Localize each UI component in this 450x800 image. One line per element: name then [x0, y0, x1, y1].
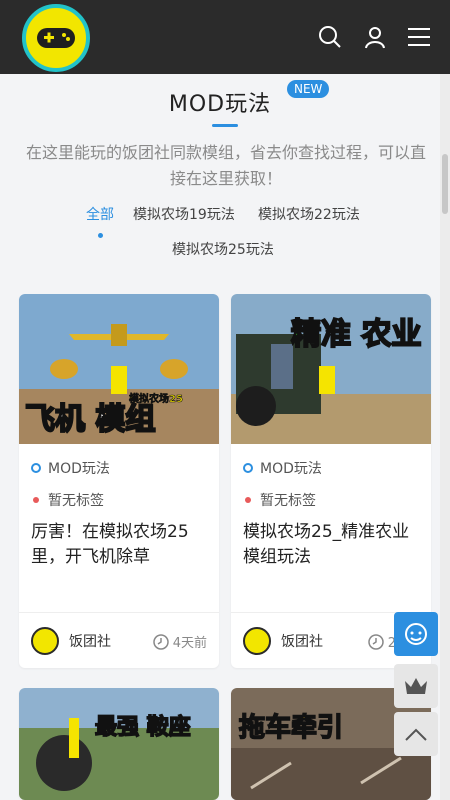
- section-description: 在这里能玩的饭团社同款模组，省去你查找过程，可以直接在这里获取！: [25, 143, 426, 188]
- top-bar: [0, 0, 450, 74]
- post-title[interactable]: 模拟农场25_精准农业模组玩法: [243, 520, 421, 570]
- gamepad-icon[interactable]: [22, 4, 90, 72]
- tag-label: 暂无标签: [48, 493, 104, 509]
- time-label: 4天前: [172, 636, 207, 651]
- post-tag: 暂无标签: [31, 490, 104, 510]
- user-icon[interactable]: [360, 22, 390, 52]
- page-title: MOD玩法: [168, 92, 272, 117]
- thumb-text: 最强 鞍座: [95, 714, 191, 740]
- tab-fs25[interactable]: 模拟农场25玩法: [172, 239, 274, 259]
- search-icon[interactable]: [315, 22, 345, 52]
- post-time: 4天前: [152, 632, 207, 651]
- chevron-up-icon: [405, 728, 427, 741]
- category-label: MOD玩法: [260, 461, 322, 477]
- active-tab-indicator: [98, 233, 103, 238]
- section-header: MOD玩法 NEW: [0, 80, 440, 118]
- post-card[interactable]: 飞机 模组 模拟农场25 MOD玩法 暂无标签 厉害！在模拟农场25里，开飞机除…: [19, 294, 219, 668]
- thumb-text: 拖车牵引: [239, 712, 343, 743]
- category-label: MOD玩法: [48, 461, 110, 477]
- post-tag: 暂无标签: [243, 490, 316, 510]
- avatar[interactable]: [243, 627, 271, 655]
- title-underline: [212, 124, 238, 127]
- category-icon: [31, 463, 41, 473]
- support-button[interactable]: [394, 612, 438, 656]
- tag-dot-icon: [33, 497, 39, 503]
- author-name[interactable]: 饭团社: [281, 631, 323, 651]
- post-thumbnail[interactable]: 精准 农业: [231, 294, 431, 444]
- author-name[interactable]: 饭团社: [69, 631, 111, 651]
- vip-button[interactable]: [394, 664, 438, 708]
- headset-icon: [405, 623, 427, 645]
- tag-dot-icon: [245, 497, 251, 503]
- clock-icon: [367, 633, 384, 650]
- post-footer: 饭团社 4天前: [19, 612, 219, 668]
- back-to-top-button[interactable]: [394, 712, 438, 756]
- post-card[interactable]: 最强 鞍座: [19, 688, 219, 800]
- post-category[interactable]: MOD玩法: [243, 458, 322, 478]
- thumb-text: 飞机 模组: [25, 402, 155, 437]
- scroll-thumb[interactable]: [442, 154, 448, 214]
- tab-fs22[interactable]: 模拟农场22玩法: [258, 204, 360, 224]
- clock-icon: [152, 633, 169, 650]
- thumb-text: 精准 农业: [291, 317, 421, 352]
- scrollbar[interactable]: [440, 74, 450, 800]
- post-thumbnail[interactable]: 飞机 模组 模拟农场25: [19, 294, 219, 444]
- post-title[interactable]: 厉害！在模拟农场25里，开飞机除草: [31, 520, 209, 570]
- tab-all[interactable]: 全部: [86, 204, 114, 224]
- avatar[interactable]: [31, 627, 59, 655]
- crown-icon: [405, 678, 427, 694]
- tab-fs19[interactable]: 模拟农场19玩法: [133, 204, 235, 224]
- category-icon: [243, 463, 253, 473]
- post-category[interactable]: MOD玩法: [31, 458, 110, 478]
- thumb-small-text: 模拟农场25: [129, 392, 183, 405]
- menu-icon[interactable]: [404, 22, 434, 52]
- new-badge: NEW: [287, 80, 330, 98]
- post-thumbnail[interactable]: 最强 鞍座: [19, 688, 219, 800]
- tag-label: 暂无标签: [260, 493, 316, 509]
